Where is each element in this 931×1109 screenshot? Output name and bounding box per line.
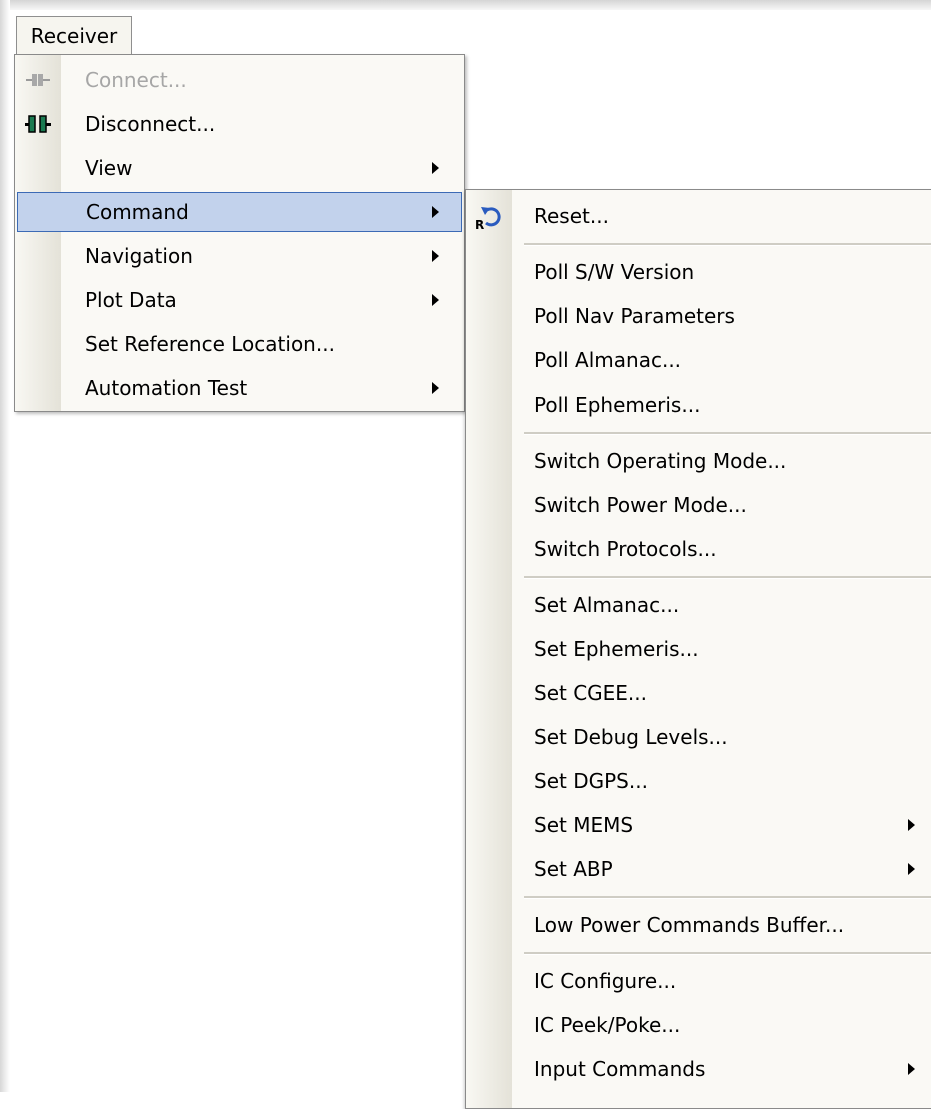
submenu-arrow-icon	[908, 1063, 915, 1075]
menu-item-label: Disconnect...	[85, 112, 216, 136]
submenu-item-switch-operating-mode[interactable]: Switch Operating Mode...	[468, 441, 931, 481]
submenu-item-label: Reset...	[534, 204, 609, 228]
menu-item-label: View	[85, 156, 133, 180]
submenu-item-label: IC Peek/Poke...	[534, 1013, 681, 1037]
menu-item-set-reference-location[interactable]: Set Reference Location...	[17, 324, 462, 364]
submenu-item-label: Poll Ephemeris...	[534, 393, 701, 417]
menu-receiver[interactable]: Receiver	[16, 16, 132, 54]
submenu-item-poll-almanac[interactable]: Poll Almanac...	[468, 340, 931, 380]
menu-item-label: Command	[86, 200, 189, 224]
window-top-edge	[0, 0, 931, 10]
svg-text:R: R	[475, 218, 484, 230]
submenu-item-set-cgee[interactable]: Set CGEE...	[468, 673, 931, 713]
reset-icon: R	[475, 204, 505, 235]
menu-separator	[524, 432, 931, 435]
submenu-item-label: Poll Almanac...	[534, 348, 682, 372]
menu-separator	[524, 576, 931, 579]
submenu-item-set-ephemeris[interactable]: Set Ephemeris...	[468, 629, 931, 669]
menu-item-label: Automation Test	[85, 376, 248, 400]
submenu-arrow-icon	[908, 863, 915, 875]
submenu-item-label: Set ABP	[534, 857, 613, 881]
submenu-item-label: Switch Operating Mode...	[534, 449, 787, 473]
menu-item-label: Set Reference Location...	[85, 332, 335, 356]
submenu-item-label: Low Power Commands Buffer...	[534, 913, 845, 937]
submenu-item-set-almanac[interactable]: Set Almanac...	[468, 585, 931, 625]
submenu-item-switch-power-mode[interactable]: Switch Power Mode...	[468, 485, 931, 525]
menu-receiver-label: Receiver	[30, 23, 118, 48]
submenu-item-switch-protocols[interactable]: Switch Protocols...	[468, 529, 931, 569]
submenu-arrow-icon	[432, 206, 439, 218]
menu-item-label: Navigation	[85, 244, 193, 268]
submenu-arrow-icon	[432, 294, 439, 306]
submenu-item-label: Poll S/W Version	[534, 260, 695, 284]
submenu-item-label: Set DGPS...	[534, 769, 648, 793]
submenu-item-label: Poll Nav Parameters	[534, 304, 735, 328]
menu-item-view[interactable]: View	[17, 148, 462, 188]
submenu-item-label: Set MEMS	[534, 813, 634, 837]
submenu-arrow-icon	[908, 819, 915, 831]
menu-item-command[interactable]: Command	[17, 192, 462, 232]
plug-connect-icon	[26, 70, 50, 95]
command-submenu: R Reset... Poll S/W Version Poll Nav Par…	[465, 189, 931, 1109]
menu-separator	[524, 952, 931, 955]
submenu-item-set-debug-levels[interactable]: Set Debug Levels...	[468, 717, 931, 757]
menu-item-connect: Connect...	[17, 60, 462, 100]
submenu-item-label: Set Ephemeris...	[534, 637, 699, 661]
menu-item-plot-data[interactable]: Plot Data	[17, 280, 462, 320]
submenu-item-low-power-commands-buffer[interactable]: Low Power Commands Buffer...	[468, 905, 931, 945]
submenu-item-label: Input Commands	[534, 1057, 706, 1081]
menu-item-label: Connect...	[85, 68, 187, 92]
window-left-edge	[0, 0, 10, 1092]
submenu-item-label: Set CGEE...	[534, 681, 648, 705]
submenu-item-set-dgps[interactable]: Set DGPS...	[468, 761, 931, 801]
menu-separator	[524, 243, 931, 246]
submenu-item-poll-sw-version[interactable]: Poll S/W Version	[468, 252, 931, 292]
submenu-arrow-icon	[432, 250, 439, 262]
submenu-arrow-icon	[432, 382, 439, 394]
submenu-item-ic-configure[interactable]: IC Configure...	[468, 961, 931, 1001]
submenu-item-ic-peek-poke[interactable]: IC Peek/Poke...	[468, 1005, 931, 1045]
menu-item-navigation[interactable]: Navigation	[17, 236, 462, 276]
submenu-item-label: Switch Power Mode...	[534, 493, 747, 517]
submenu-item-label: Set Debug Levels...	[534, 725, 728, 749]
plug-disconnect-icon	[25, 113, 51, 140]
submenu-item-label: IC Configure...	[534, 969, 677, 993]
submenu-item-label: Switch Protocols...	[534, 537, 717, 561]
submenu-item-label: Set Almanac...	[534, 593, 680, 617]
menu-item-label: Plot Data	[85, 288, 177, 312]
receiver-menu: Connect... Disconnect... View Command Na…	[14, 54, 465, 412]
submenu-item-input-commands[interactable]: Input Commands	[468, 1049, 931, 1089]
menu-item-disconnect[interactable]: Disconnect...	[17, 104, 462, 144]
submenu-item-poll-nav-parameters[interactable]: Poll Nav Parameters	[468, 296, 931, 336]
submenu-item-set-abp[interactable]: Set ABP	[468, 849, 931, 889]
menu-separator	[524, 896, 931, 899]
submenu-item-reset[interactable]: R Reset...	[468, 196, 931, 236]
submenu-arrow-icon	[432, 162, 439, 174]
submenu-item-poll-ephemeris[interactable]: Poll Ephemeris...	[468, 385, 931, 425]
menu-item-automation-test[interactable]: Automation Test	[17, 368, 462, 408]
submenu-item-set-mems[interactable]: Set MEMS	[468, 805, 931, 845]
